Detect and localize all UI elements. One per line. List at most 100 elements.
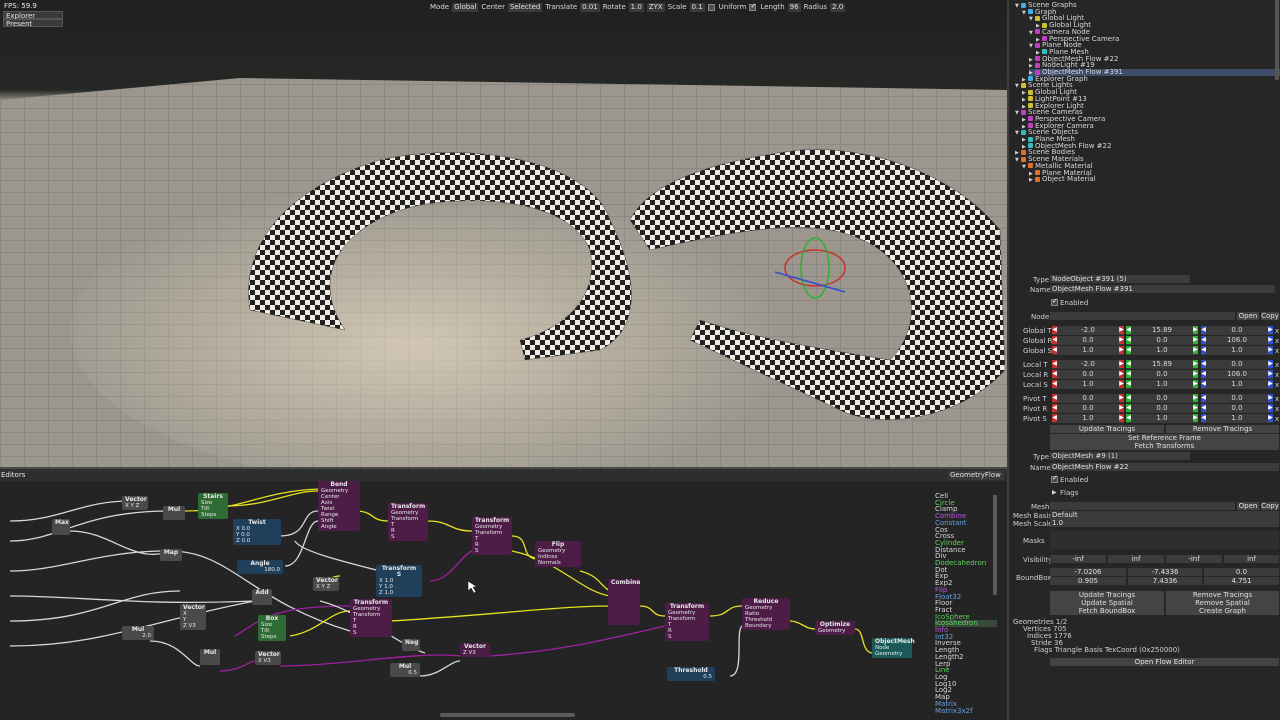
increment-arrow-icon[interactable]: ▶: [1268, 414, 1273, 422]
node-transform-s[interactable]: Transform S X 1.0 Y 1.0 Z 1.0: [376, 565, 422, 597]
length-field[interactable]: 96: [787, 2, 801, 12]
transform-component-field[interactable]: ◀ -2.0 ▶: [1052, 326, 1124, 335]
mesh-open-button[interactable]: Open: [1237, 502, 1259, 510]
visibility-max-field[interactable]: inf: [1108, 555, 1164, 563]
length-checkbox[interactable]: [749, 2, 757, 11]
decrement-arrow-icon[interactable]: ◀: [1052, 394, 1057, 402]
decrement-arrow-icon[interactable]: ◀: [1052, 404, 1057, 412]
transform-component-field[interactable]: ◀ 1.0 ▶: [1052, 380, 1124, 389]
decrement-arrow-icon[interactable]: ◀: [1052, 336, 1057, 344]
camera-select[interactable]: Explorer Camera: [3, 11, 63, 28]
node-mul-1[interactable]: Mul: [163, 506, 185, 520]
decrement-arrow-icon[interactable]: ◀: [1126, 380, 1131, 388]
transform-component-field[interactable]: ◀ 0.0 ▶: [1126, 370, 1198, 379]
decrement-arrow-icon[interactable]: ◀: [1201, 360, 1206, 368]
mesh-update-tracings-button[interactable]: Update Tracings: [1050, 591, 1164, 599]
node-box[interactable]: Box Size Tilt Steps: [258, 615, 286, 641]
transform-component-field[interactable]: ◀ 1.0 ▶: [1052, 414, 1124, 423]
increment-arrow-icon[interactable]: ▶: [1119, 360, 1124, 368]
increment-arrow-icon[interactable]: ▶: [1268, 346, 1273, 354]
increment-arrow-icon[interactable]: ▶: [1119, 404, 1124, 412]
increment-arrow-icon[interactable]: ▶: [1119, 414, 1124, 422]
node-palette-list[interactable]: Cell Circle Clamp Combine Constant Cos Cross Cy…: [935, 493, 997, 713]
palette-item[interactable]: Matrix3x2f: [935, 707, 997, 713]
decrement-arrow-icon[interactable]: ◀: [1126, 336, 1131, 344]
node-mul-3[interactable]: Mul: [200, 649, 220, 665]
translate-step-field[interactable]: 0.01: [580, 2, 600, 12]
node-graph-canvas[interactable]: Vector X Y Z Max Mul Stairs Size Tilt St…: [0, 481, 932, 713]
node-bend[interactable]: Bend Geometry Center Axis Twist Range Sh…: [318, 481, 360, 531]
node-reduce[interactable]: Reduce Geometry Ratio Threshold Boundary: [742, 598, 790, 630]
node-field[interactable]: [1050, 312, 1235, 320]
transform-component-field[interactable]: ◀ 0.0 ▶: [1052, 370, 1124, 379]
node-twist[interactable]: Twist X 0.0 Y 0.0 Z 0.0: [233, 519, 281, 545]
transform-component-field[interactable]: ◀ 0.0 ▶: [1201, 404, 1273, 413]
transform-component-field[interactable]: ◀ 0.0 ▶: [1201, 394, 1273, 403]
node-mul-4[interactable]: Mul 0.5: [390, 663, 420, 677]
node-transform-4[interactable]: Transform Geometry Transform T R S: [665, 603, 709, 641]
transform-component-field[interactable]: ◀ 0.0 ▶: [1126, 336, 1198, 345]
remove-tracings-button[interactable]: Remove Tracings: [1166, 425, 1279, 433]
transform-component-field[interactable]: ◀ 1.0 ▶: [1201, 346, 1273, 355]
node-vector-1[interactable]: Vector X Y Z: [122, 496, 148, 510]
transform-component-field[interactable]: ◀ 15.89 ▶: [1126, 326, 1198, 335]
decrement-arrow-icon[interactable]: ◀: [1201, 414, 1206, 422]
increment-arrow-icon[interactable]: ▶: [1119, 394, 1124, 402]
flags-label[interactable]: Flags: [1060, 489, 1078, 497]
transform-component-field[interactable]: ◀ 0.0 ▶: [1201, 360, 1273, 369]
decrement-arrow-icon[interactable]: ◀: [1052, 414, 1057, 422]
increment-arrow-icon[interactable]: ▶: [1193, 326, 1198, 334]
node-objectmesh[interactable]: ObjectMesh Node Geometry: [872, 638, 915, 658]
increment-arrow-icon[interactable]: ▶: [1268, 394, 1273, 402]
transform-component-field[interactable]: ◀ 1.0 ▶: [1052, 346, 1124, 355]
increment-arrow-icon[interactable]: ▶: [1268, 370, 1273, 378]
node-vector-2[interactable]: Vector X Y Z: [313, 577, 339, 591]
graph-horizontal-scrollbar[interactable]: [440, 713, 575, 717]
increment-arrow-icon[interactable]: ▶: [1119, 326, 1124, 334]
flow-type-select[interactable]: GeometryFlow: [948, 471, 1004, 480]
reset-x-button[interactable]: x: [1275, 327, 1279, 335]
rotate-step-field[interactable]: 1.0: [628, 2, 644, 12]
visibility-max2-field[interactable]: inf: [1224, 555, 1279, 563]
radius-field[interactable]: 2.0: [830, 2, 846, 12]
center-select[interactable]: Selected: [507, 2, 543, 12]
increment-arrow-icon[interactable]: ▶: [1119, 380, 1124, 388]
increment-arrow-icon[interactable]: ▶: [1268, 336, 1273, 344]
fetch-transforms-button[interactable]: Fetch Transforms: [1050, 442, 1279, 450]
transform-component-field[interactable]: ◀ 0.0 ▶: [1126, 394, 1198, 403]
decrement-arrow-icon[interactable]: ◀: [1126, 370, 1131, 378]
node-transform-3[interactable]: Transform Geometry Transform T R S: [350, 599, 392, 637]
decrement-arrow-icon[interactable]: ◀: [1126, 346, 1131, 354]
scene-render[interactable]: [0, 0, 1007, 467]
transform-component-field[interactable]: ◀ 0.0 ▶: [1126, 404, 1198, 413]
reset-x-button[interactable]: x: [1275, 381, 1279, 389]
increment-arrow-icon[interactable]: ▶: [1268, 360, 1273, 368]
transform-component-field[interactable]: ◀ 1.0 ▶: [1126, 380, 1198, 389]
increment-arrow-icon[interactable]: ▶: [1193, 346, 1198, 354]
scene-tree[interactable]: ▼ Scene Graphs ▼ Graph ▼ Global Light ▶ Global …: [1009, 0, 1280, 185]
rotation-order-select[interactable]: ZYX: [646, 2, 665, 12]
node-angle[interactable]: Angle 180.0: [237, 560, 283, 574]
open-flow-editor-button[interactable]: Open Flow Editor: [1050, 658, 1279, 666]
name-field[interactable]: ObjectMesh Flow #391: [1050, 285, 1275, 293]
node-add[interactable]: Add: [252, 589, 272, 605]
decrement-arrow-icon[interactable]: ◀: [1126, 414, 1131, 422]
remove-spatial-button[interactable]: Remove Spatial: [1166, 599, 1279, 607]
transform-component-field[interactable]: ◀ 0.0 ▶: [1052, 394, 1124, 403]
flags-expander-icon[interactable]: ▶: [1052, 489, 1057, 496]
visibility-min2-field[interactable]: -inf: [1166, 555, 1222, 563]
name2-field[interactable]: ObjectMesh Flow #22: [1050, 463, 1279, 471]
mode-select[interactable]: Global: [452, 2, 479, 12]
decrement-arrow-icon[interactable]: ◀: [1052, 370, 1057, 378]
node-open-button[interactable]: Open: [1237, 312, 1259, 320]
transform-component-field[interactable]: ◀ 0.0 ▶: [1052, 404, 1124, 413]
reset-x-button[interactable]: x: [1275, 371, 1279, 379]
node-transform-1[interactable]: Transform Geometry Transform T R S: [388, 503, 428, 541]
node-threshold[interactable]: Threshold 0.5: [667, 667, 715, 681]
increment-arrow-icon[interactable]: ▶: [1193, 360, 1198, 368]
increment-arrow-icon[interactable]: ▶: [1268, 380, 1273, 388]
decrement-arrow-icon[interactable]: ◀: [1201, 326, 1206, 334]
increment-arrow-icon[interactable]: ▶: [1193, 380, 1198, 388]
node-optimize[interactable]: Optimize Geometry: [815, 621, 855, 635]
transform-component-field[interactable]: ◀ 1.0 ▶: [1126, 346, 1198, 355]
